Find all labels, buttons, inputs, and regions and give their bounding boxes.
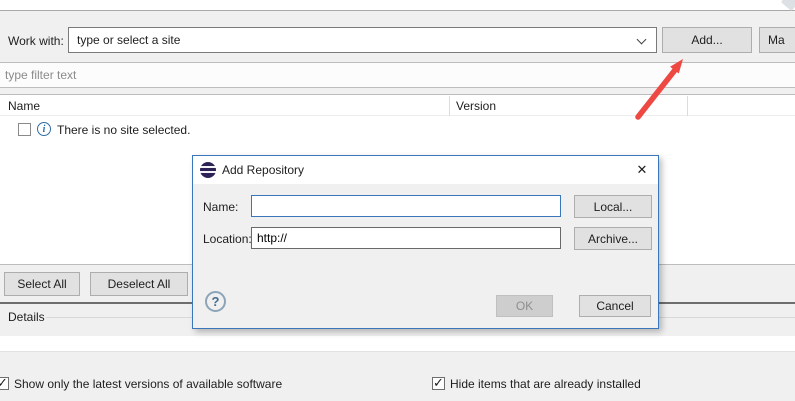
name-field[interactable] [251,195,561,217]
column-separator[interactable] [449,96,450,116]
chevron-down-icon [637,35,647,45]
select-all-button[interactable]: Select All [4,272,80,296]
site-combobox[interactable]: type or select a site [68,27,657,53]
archive-button[interactable]: Archive... [574,227,652,250]
empty-table-message: There is no site selected. [57,123,190,137]
close-icon[interactable]: ✕ [633,161,651,179]
dialog-title: Add Repository [222,163,304,177]
ok-button[interactable]: OK [496,295,553,317]
install-software-screen: Work with: type or select a site Add... … [0,0,795,401]
manage-button[interactable]: Ma [759,27,795,53]
name-label: Name: [203,200,238,214]
eclipse-icon [200,162,216,178]
show-latest-label[interactable]: Show only the latest versions of availab… [14,377,282,391]
hide-installed-checkbox[interactable]: ✓ [432,377,445,390]
info-icon: i [37,122,51,136]
add-repository-dialog: Add Repository ✕ Name: Local... Location… [192,155,659,329]
column-header-version[interactable]: Version [456,99,496,113]
details-text-area [0,336,795,352]
location-field[interactable] [251,227,561,249]
details-group-label: Details [8,310,45,324]
show-latest-checkbox[interactable]: ✓ [0,377,9,390]
local-button[interactable]: Local... [574,195,652,218]
work-with-label: Work with: [8,34,64,48]
location-label: Location: [203,232,252,246]
column-header-name[interactable]: Name [8,99,40,113]
checkmark-icon: ✓ [0,375,8,391]
checkmark-icon: ✓ [433,375,444,391]
deselect-all-button[interactable]: Deselect All [90,272,188,296]
row-checkbox[interactable] [18,123,31,136]
help-icon[interactable]: ? [205,291,226,312]
site-combobox-value: type or select a site [77,33,180,47]
dialog-titlebar[interactable]: Add Repository ✕ [193,156,658,184]
cancel-button[interactable]: Cancel [579,295,651,317]
annotation-arrow [625,50,695,130]
hide-installed-label[interactable]: Hide items that are already installed [450,377,641,391]
